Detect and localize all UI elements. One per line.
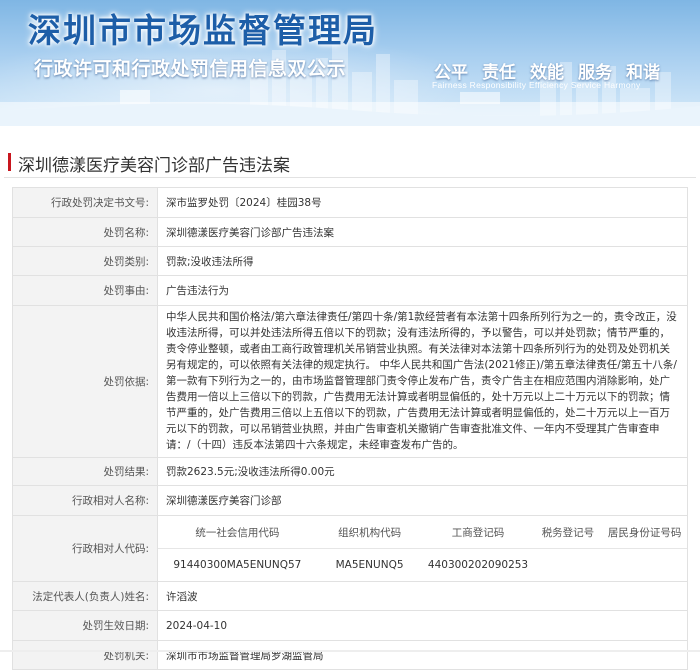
row-date: 处罚生效日期: 2024-04-10 — [12, 610, 688, 641]
column-header: 统一社会信用代码 — [158, 516, 317, 549]
penalty-info-table: 行政处罚决定书文号: 深市监罗处罚〔2024〕桂园38号 处罚名称: 深圳德漾医… — [12, 187, 688, 670]
field-label: 行政相对人名称: — [12, 485, 158, 516]
case-name-value: 深圳德漾医疗美容门诊部广告违法案 — [157, 217, 688, 247]
result-value: 罚款2623.5元;没收违法所得0.00元 — [157, 457, 688, 486]
row-result: 处罚结果: 罚款2623.5元;没收违法所得0.00元 — [12, 457, 688, 486]
row-category: 处罚类别: 罚款;没收违法所得 — [12, 246, 688, 276]
banner-title: 深圳市市场监督管理局 — [28, 11, 378, 50]
field-label: 处罚名称: — [12, 217, 158, 247]
authority-value: 深圳市市场监督管理局罗湖监管局 — [157, 640, 688, 670]
row-authority: 处罚机关: 深圳市市场监督管理局罗湖监管局 — [12, 640, 688, 670]
legal-rep-value: 许滔波 — [157, 581, 688, 611]
row-case-name: 处罚名称: 深圳德漾医疗美容门诊部广告违法案 — [12, 217, 688, 247]
column-header: 税务登记号 — [533, 516, 603, 549]
decision-no-value: 深市监罗处罚〔2024〕桂园38号 — [157, 187, 688, 218]
date-value: 2024-04-10 — [157, 610, 688, 641]
org-code-value: MA5ENUNQ5 — [335, 559, 404, 571]
field-label: 行政相对人代码: — [12, 515, 158, 582]
header-banner: 深圳市市场监督管理局 行政许可和行政处罚信用信息双公示 公平 责任 效能 服务 … — [0, 0, 700, 126]
row-basis: 处罚依据: 中华人民共和国价格法/第六章法律责任/第四十条/第1款经营者有本法第… — [12, 305, 688, 458]
field-label: 法定代表人(负责人)姓名: — [12, 581, 158, 611]
field-label: 处罚依据: — [12, 305, 158, 458]
field-label: 处罚事由: — [12, 275, 158, 306]
party-name-value: 深圳德漾医疗美容门诊部 — [157, 485, 688, 516]
id-number-value — [602, 549, 687, 582]
field-label: 处罚类别: — [12, 246, 158, 276]
row-party-codes: 行政相对人代码: 统一社会信用代码 组织机构代码 工商登记码 税务登记号 居民身… — [12, 515, 688, 582]
page-title: 深圳德漾医疗美容门诊部广告违法案 — [18, 156, 290, 176]
column-header: 居民身份证号码 — [602, 516, 687, 549]
row-party-name: 行政相对人名称: 深圳德漾医疗美容门诊部 — [12, 485, 688, 516]
heading-accent-bar — [8, 153, 11, 171]
row-legal-rep: 法定代表人(负责人)姓名: 许滔波 — [12, 581, 688, 611]
party-codes-header-row: 统一社会信用代码 组织机构代码 工商登记码 税务登记号 居民身份证号码 — [158, 516, 687, 549]
field-label: 处罚生效日期: — [12, 610, 158, 641]
banner-values-english: Fairness Responsibility Efficiency Servi… — [432, 80, 641, 90]
field-label: 处罚结果: — [12, 457, 158, 486]
reason-value: 广告违法行为 — [157, 275, 688, 306]
party-codes-cell: 统一社会信用代码 组织机构代码 工商登记码 税务登记号 居民身份证号码 9144… — [157, 515, 688, 582]
party-codes-value-row: 91440300MA5ENUNQ57 MA5ENUNQ5 44030020209… — [158, 549, 687, 582]
tax-code-value — [534, 549, 603, 582]
field-label: 行政处罚决定书文号: — [12, 187, 158, 218]
field-label: 处罚机关: — [12, 640, 158, 670]
registration-code-value: 440300202090253 — [427, 559, 529, 571]
row-reason: 处罚事由: 广告违法行为 — [12, 275, 688, 306]
party-codes-table: 统一社会信用代码 组织机构代码 工商登记码 税务登记号 居民身份证号码 9144… — [158, 516, 687, 581]
penalty-info-table-wrap: 行政处罚决定书文号: 深市监罗处罚〔2024〕桂园38号 处罚名称: 深圳德漾医… — [12, 187, 688, 670]
column-header: 组织机构代码 — [316, 516, 423, 549]
row-decision-no: 行政处罚决定书文号: 深市监罗处罚〔2024〕桂园38号 — [12, 187, 688, 218]
banner-subtitle: 行政许可和行政处罚信用信息双公示 — [34, 58, 347, 80]
credit-code-value: 91440300MA5ENUNQ57 — [173, 559, 302, 571]
basis-value: 中华人民共和国价格法/第六章法律责任/第四十条/第1款经营者有本法第十四条所列行… — [157, 305, 688, 458]
page-heading: 深圳德漾医疗美容门诊部广告违法案 — [4, 147, 696, 178]
column-header: 工商登记码 — [422, 516, 534, 549]
category-value: 罚款;没收违法所得 — [157, 246, 688, 276]
